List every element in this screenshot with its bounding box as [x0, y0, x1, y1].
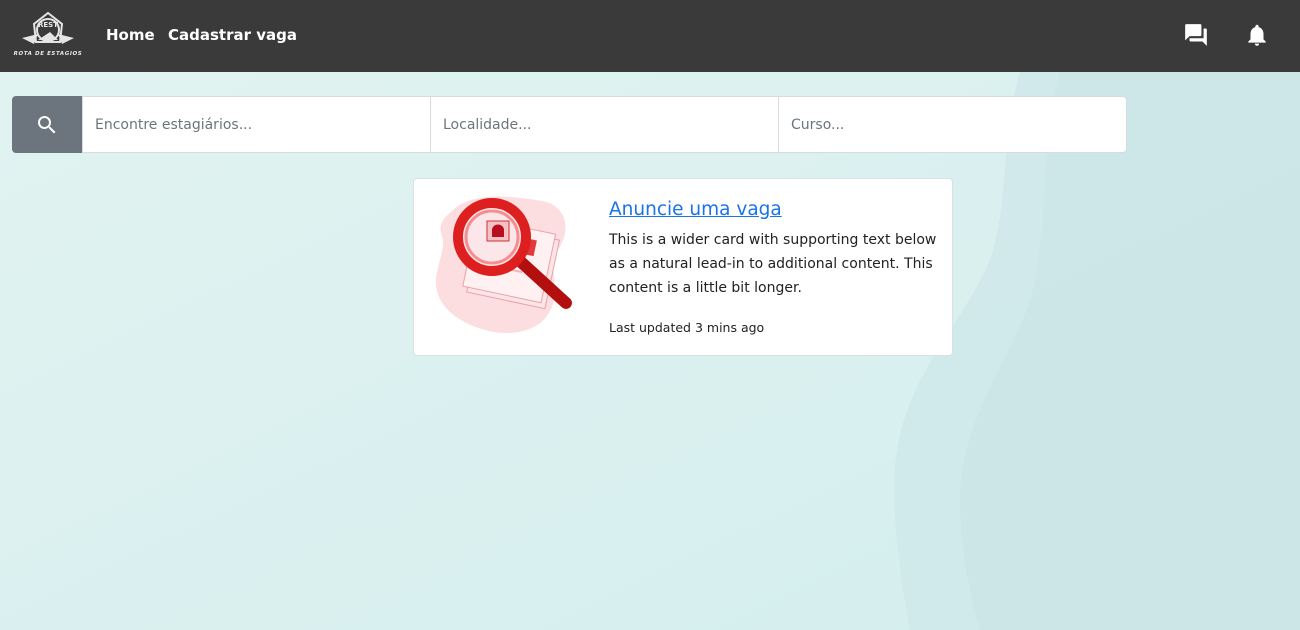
nav-link-home[interactable]: Home — [106, 26, 155, 44]
navbar: REST ROTA DE ESTAGIOS Home Cadastrar vag… — [0, 0, 1300, 72]
nav-link-cadastrar-vaga[interactable]: Cadastrar vaga — [168, 26, 297, 44]
announce-job-card: Anuncie uma vaga This is a wider card wi… — [413, 178, 953, 356]
logo-caption: ROTA DE ESTAGIOS — [13, 51, 83, 57]
course-input[interactable] — [778, 96, 1127, 153]
bell-icon[interactable] — [1244, 22, 1270, 48]
search-bar — [12, 96, 1127, 153]
app-logo[interactable]: REST ROTA DE ESTAGIOS — [12, 10, 84, 62]
location-input[interactable] — [430, 96, 779, 153]
search-intern-input[interactable] — [82, 96, 431, 153]
logo-top-text: REST — [38, 21, 58, 29]
magnifier-illustration-icon — [432, 191, 574, 339]
search-icon — [38, 116, 56, 134]
card-updated-time: Last updated 3 mins ago — [609, 320, 765, 335]
chat-icon[interactable] — [1183, 22, 1209, 48]
search-button[interactable] — [12, 96, 82, 153]
card-description: This is a wider card with supporting tex… — [609, 232, 937, 296]
announce-job-link[interactable]: Anuncie uma vaga — [609, 199, 782, 220]
logo-emblem-icon — [22, 11, 74, 44]
